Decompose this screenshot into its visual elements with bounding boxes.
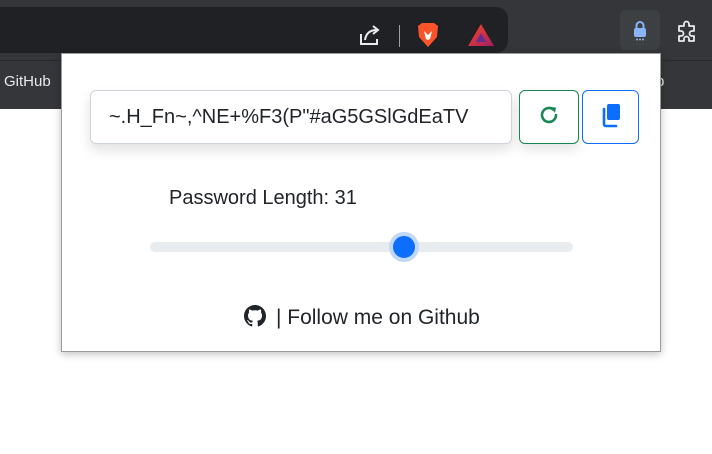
github-follow-link[interactable]: | Follow me on Github: [62, 305, 662, 333]
password-generator-popup: ~.H_Fn~,^NE+%F3(P"#aG5GSlGdEaTV Password…: [61, 53, 661, 352]
extensions-puzzle-icon[interactable]: [670, 14, 704, 48]
copy-icon: [599, 102, 623, 133]
screen: GitHub p ~.H_Fn~,^NE+%F3(P"#aG5GSlGdEaTV: [0, 0, 712, 454]
toolbar-divider: [399, 25, 400, 47]
password-output-field[interactable]: ~.H_Fn~,^NE+%F3(P"#aG5GSlGdEaTV: [90, 90, 512, 144]
brave-icon[interactable]: [414, 21, 442, 49]
footer-text: | Follow me on Github: [275, 306, 480, 329]
length-slider-track[interactable]: [150, 242, 573, 252]
brave-rewards-icon[interactable]: [467, 21, 495, 49]
length-label-text: Password Length:: [169, 187, 330, 209]
password-extension-icon[interactable]: [620, 10, 660, 50]
copy-button[interactable]: [582, 90, 639, 144]
length-value: 31: [334, 187, 357, 209]
refresh-icon: [537, 103, 561, 132]
regenerate-button[interactable]: [519, 90, 579, 144]
length-slider-thumb[interactable]: [388, 232, 419, 262]
bookmark-github[interactable]: GitHub: [4, 73, 51, 90]
address-bar[interactable]: [0, 7, 508, 53]
browser-toolbar: [0, 0, 712, 60]
password-length-label: Password Length: 31: [169, 187, 357, 210]
github-icon: [244, 305, 267, 333]
share-icon[interactable]: [356, 21, 384, 49]
